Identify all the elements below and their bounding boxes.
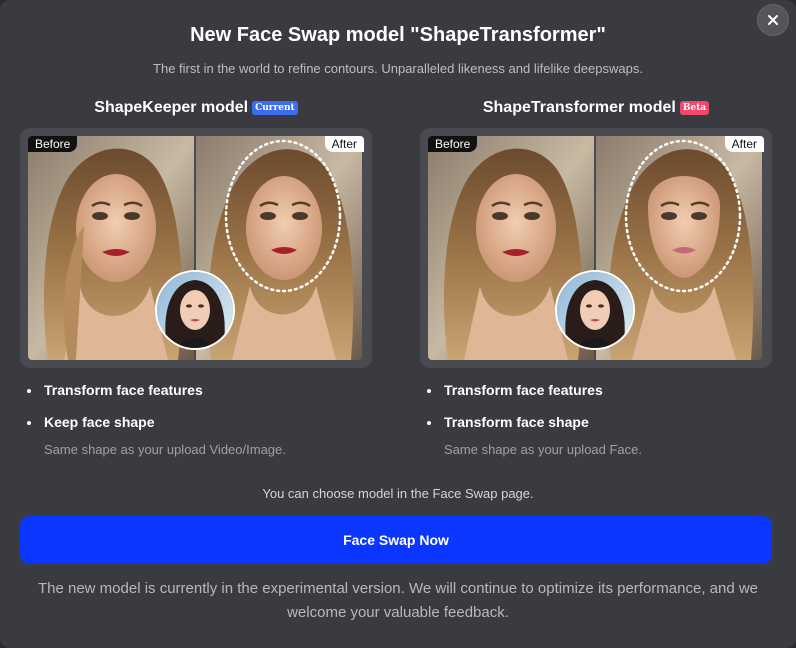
before-label: Before — [28, 136, 78, 152]
model-name: ShapeTransformer model — [482, 99, 676, 116]
model-heading: ShapeTransformer model Beta — [420, 96, 772, 120]
model-card-shapetransformer: ShapeTransformer model Beta Before After… — [420, 96, 772, 457]
comparison-preview: Before After — [420, 128, 772, 368]
source-face-avatar — [155, 270, 235, 350]
comparison-preview: Before After — [20, 128, 372, 368]
after-label: After — [724, 136, 764, 152]
dialog-subtitle: The first in the world to refine contour… — [153, 61, 643, 76]
face-swap-model-dialog: New Face Swap model "ShapeTransformer" T… — [0, 0, 796, 648]
after-label: After — [324, 136, 364, 152]
source-face-avatar — [555, 270, 635, 350]
feature-description: Same shape as your upload Video/Image. — [44, 442, 286, 457]
current-badge: Current — [252, 101, 298, 115]
model-heading: ShapeKeeper model Current — [20, 96, 372, 120]
before-label: Before — [428, 136, 478, 152]
experimental-notice: The new model is currently in the experi… — [37, 580, 759, 621]
model-card-shapekeeper: ShapeKeeper model Current Before After T… — [20, 96, 372, 457]
dialog-title: New Face Swap model "ShapeTransformer" — [190, 24, 606, 46]
feature-text: Transform face features — [44, 382, 203, 398]
feature-text: Keep face shape — [44, 414, 155, 430]
feature-text: Transform face shape — [444, 414, 589, 430]
face-swap-now-button[interactable]: Face Swap Now — [20, 516, 772, 564]
feature-text: Transform face features — [444, 382, 603, 398]
model-choice-hint: You can choose model in the Face Swap pa… — [262, 486, 534, 501]
feature-description: Same shape as your upload Face. — [444, 442, 643, 457]
model-name: ShapeKeeper model — [94, 99, 249, 116]
beta-badge: Beta — [679, 101, 710, 115]
